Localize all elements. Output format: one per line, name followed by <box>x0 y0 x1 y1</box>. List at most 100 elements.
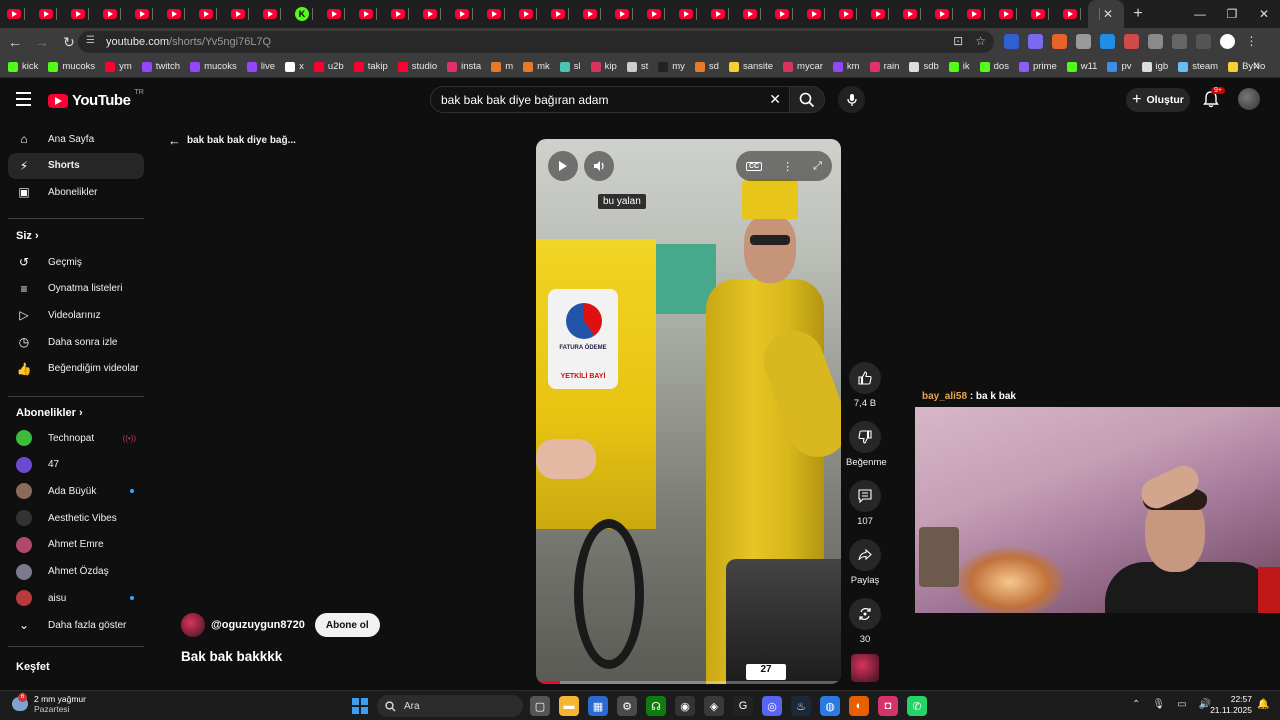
sidebar-item[interactable]: Technopat ((•)) <box>8 425 144 451</box>
browser-tab[interactable] <box>384 0 416 28</box>
subscribe-button[interactable]: Abone ol <box>314 613 380 637</box>
bookmark-item[interactable]: st <box>626 61 648 72</box>
bookmark-item[interactable]: x <box>285 61 304 72</box>
share-button[interactable]: Paylaş <box>846 539 884 586</box>
youtube-logo[interactable]: YouTube TR <box>48 89 144 109</box>
extension-icon[interactable] <box>1052 34 1067 49</box>
bookmark-item[interactable]: mycar <box>783 61 823 72</box>
sidebar-item[interactable]: 47 <box>8 452 144 478</box>
bookmark-item[interactable]: dos <box>979 61 1009 72</box>
sidebar-item[interactable]: ▣ Abonelikler <box>8 179 144 205</box>
chevron-up-icon[interactable]: ⌃ <box>1132 699 1140 710</box>
sidebar-you-heading[interactable]: Siz › <box>16 230 39 242</box>
browser-tab[interactable] <box>160 0 192 28</box>
minimize-button[interactable]: — <box>1184 0 1216 28</box>
fullscreen-icon[interactable]: ⤢ <box>813 160 822 173</box>
bookmark-item[interactable]: km <box>832 61 860 72</box>
bookmark-item[interactable]: pv <box>1107 61 1132 72</box>
profile-icon[interactable] <box>1220 34 1235 49</box>
shorts-video-player[interactable]: FATURA ÖDEME YETKİLİ BAYİ 27 CC ⋮ ⤢ bu y… <box>536 139 841 684</box>
browser-tab[interactable] <box>864 0 896 28</box>
bookmark-item[interactable]: sdb <box>909 61 939 72</box>
active-tab[interactable]: ✕ <box>1088 0 1124 28</box>
browser-tab[interactable] <box>960 0 992 28</box>
account-avatar[interactable] <box>1238 88 1260 110</box>
start-button[interactable] <box>352 698 368 714</box>
show-more-button[interactable]: ⌄ Daha fazla göster <box>8 612 144 638</box>
bookmark-item[interactable]: w11 <box>1066 61 1097 72</box>
browser-tab[interactable] <box>320 0 352 28</box>
close-window-button[interactable]: ✕ <box>1248 0 1280 28</box>
extension-icon[interactable] <box>1124 34 1139 49</box>
extension-icon[interactable] <box>1076 34 1091 49</box>
settings-icon[interactable]: ⚙ <box>617 696 637 716</box>
maximize-button[interactable]: ❐ <box>1216 0 1248 28</box>
microphone-tray-icon[interactable]: 🎙 <box>1152 699 1165 710</box>
browser-tab[interactable] <box>96 0 128 28</box>
reading-list-icon[interactable] <box>1196 34 1211 49</box>
bookmark-item[interactable]: ym <box>105 61 132 72</box>
voice-search-button[interactable] <box>838 86 865 113</box>
ms-store-icon[interactable]: ▦ <box>588 696 608 716</box>
more-bookmarks-icon[interactable]: » <box>1254 60 1260 72</box>
network-icon[interactable]: ▭ <box>1177 699 1186 710</box>
browser-tab[interactable] <box>640 0 672 28</box>
browser-tab[interactable]: K <box>288 0 320 28</box>
menu-kebab-icon[interactable]: ⋮ <box>1244 34 1259 49</box>
chrome-icon[interactable]: ◍ <box>820 696 840 716</box>
browser-tab[interactable] <box>1024 0 1056 28</box>
whatsapp-icon[interactable]: ✆ <box>907 696 927 716</box>
install-app-icon[interactable]: ⊡ <box>953 34 963 48</box>
browser-tab[interactable] <box>896 0 928 28</box>
extension-icon[interactable] <box>1100 34 1115 49</box>
browser-tab[interactable] <box>480 0 512 28</box>
sidebar-item[interactable]: Aesthetic Vibes <box>8 505 144 531</box>
play-button[interactable] <box>548 151 578 181</box>
extension-icon[interactable] <box>1004 34 1019 49</box>
sidebar-item[interactable]: ≡ Oynatma listeleri <box>8 276 144 302</box>
short-title[interactable]: Bak bak bakkkk <box>181 649 282 664</box>
sidebar-item[interactable]: 👍 Beğendiğim videolar <box>8 356 144 382</box>
bookmark-item[interactable]: live <box>246 61 275 72</box>
create-button[interactable]: + Oluştur <box>1126 88 1190 112</box>
bookmark-item[interactable]: sd <box>694 61 719 72</box>
app-icon[interactable]: ◈ <box>704 696 724 716</box>
github-icon[interactable]: ◉ <box>675 696 695 716</box>
new-tab-button[interactable]: + <box>1124 5 1152 23</box>
bookmark-item[interactable]: my <box>658 61 685 72</box>
bookmark-item[interactable]: takip <box>353 61 388 72</box>
bookmark-item[interactable]: u2b <box>313 61 344 72</box>
firefox-icon[interactable]: ◐ <box>849 696 869 716</box>
search-button[interactable] <box>789 86 825 113</box>
captions-button[interactable]: CC <box>746 161 763 171</box>
bookmark-item[interactable]: sl <box>559 61 581 72</box>
browser-tab[interactable] <box>64 0 96 28</box>
system-clock[interactable]: 22:57 21.11.2025 <box>1210 694 1252 716</box>
like-button[interactable]: 7,4 B <box>846 362 884 409</box>
bookmark-item[interactable]: insta <box>447 61 481 72</box>
browser-tab[interactable] <box>992 0 1024 28</box>
sidebar-item[interactable]: ↺ Geçmiş <box>8 249 144 275</box>
back-button[interactable]: ← <box>3 30 27 54</box>
video-progress-bar[interactable] <box>536 681 841 684</box>
browser-tab[interactable] <box>736 0 768 28</box>
browser-tab[interactable] <box>1056 0 1088 28</box>
browser-tab[interactable] <box>704 0 736 28</box>
bookmark-item[interactable]: twitch <box>141 61 180 72</box>
browser-tab[interactable] <box>608 0 640 28</box>
file-explorer-icon[interactable]: ▬ <box>559 696 579 716</box>
bookmark-item[interactable]: prime <box>1018 61 1057 72</box>
extension-icon[interactable] <box>1028 34 1043 49</box>
instagram-icon[interactable]: ◘ <box>878 696 898 716</box>
sound-thumbnail[interactable] <box>851 654 879 682</box>
bookmark-item[interactable]: rain <box>869 61 899 72</box>
browser-tab[interactable] <box>192 0 224 28</box>
browser-tab[interactable] <box>544 0 576 28</box>
browser-tab[interactable] <box>128 0 160 28</box>
bookmark-item[interactable]: kick <box>8 61 38 72</box>
app2-icon[interactable]: G <box>733 696 753 716</box>
browser-tab[interactable] <box>928 0 960 28</box>
browser-tab[interactable] <box>256 0 288 28</box>
bookmark-item[interactable]: mucoks <box>190 61 237 72</box>
taskbar-search[interactable]: Ara <box>377 695 523 717</box>
